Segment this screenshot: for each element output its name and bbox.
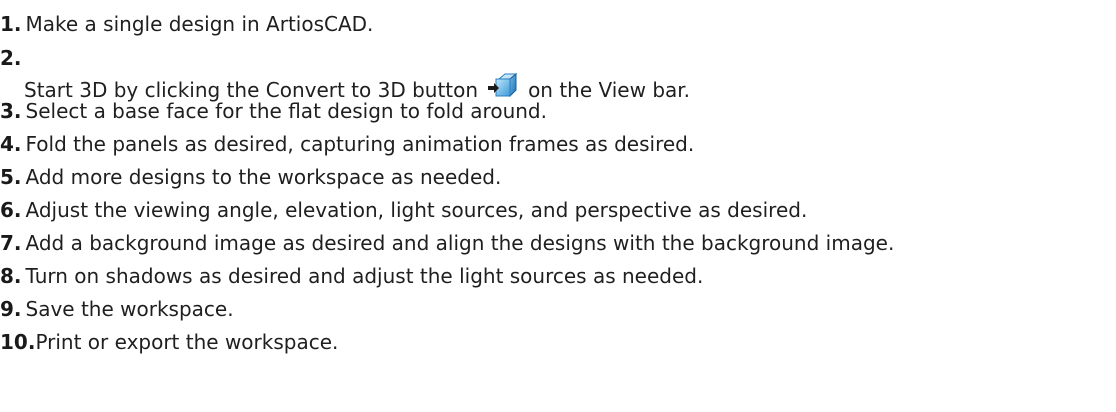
step-2: 2. Start 3D by clicking the Convert to 3… bbox=[0, 41, 1116, 102]
step-9: 9. Save the workspace. bbox=[0, 293, 1116, 326]
step-number: 5. bbox=[0, 165, 22, 189]
step-text: Fold the panels as desired, capturing an… bbox=[25, 132, 695, 156]
step-number: 7. bbox=[0, 231, 22, 255]
step-text: Add a background image as desired and al… bbox=[25, 231, 895, 255]
step-5: 5. Add more designs to the workspace as n… bbox=[0, 161, 1116, 194]
step-text: Turn on shadows as desired and adjust th… bbox=[25, 264, 704, 288]
step-number: 3. bbox=[0, 99, 22, 123]
step-text: Adjust the viewing angle, elevation, lig… bbox=[25, 198, 808, 222]
step-text: Add more designs to the workspace as nee… bbox=[25, 165, 502, 189]
step-text: Make a single design in ArtiosCAD. bbox=[25, 12, 374, 36]
step-number: 10. bbox=[0, 330, 36, 354]
step-10: 10.Print or export the workspace. bbox=[0, 326, 1116, 359]
step-text: Select a base face for the flat design t… bbox=[25, 99, 547, 123]
step-text: Save the workspace. bbox=[25, 297, 234, 321]
step-7: 7. Add a background image as desired and … bbox=[0, 227, 1116, 260]
step-8: 8. Turn on shadows as desired and adjust … bbox=[0, 260, 1116, 293]
step-4: 4. Fold the panels as desired, capturing … bbox=[0, 128, 1116, 161]
step-number: 8. bbox=[0, 264, 22, 288]
step-text: Print or export the workspace. bbox=[35, 330, 339, 354]
step-number: 2. bbox=[0, 46, 22, 70]
step-1: 1. Make a single design in ArtiosCAD. bbox=[0, 8, 1116, 41]
procedure-steps: 1. Make a single design in ArtiosCAD. 2. … bbox=[0, 8, 1116, 359]
step-number: 9. bbox=[0, 297, 22, 321]
step-number: 1. bbox=[0, 12, 22, 36]
step-3: 3. Select a base face for the flat design… bbox=[0, 95, 1116, 128]
step-number: 4. bbox=[0, 132, 22, 156]
step-6: 6. Adjust the viewing angle, elevation, l… bbox=[0, 194, 1116, 227]
step-number: 6. bbox=[0, 198, 22, 222]
